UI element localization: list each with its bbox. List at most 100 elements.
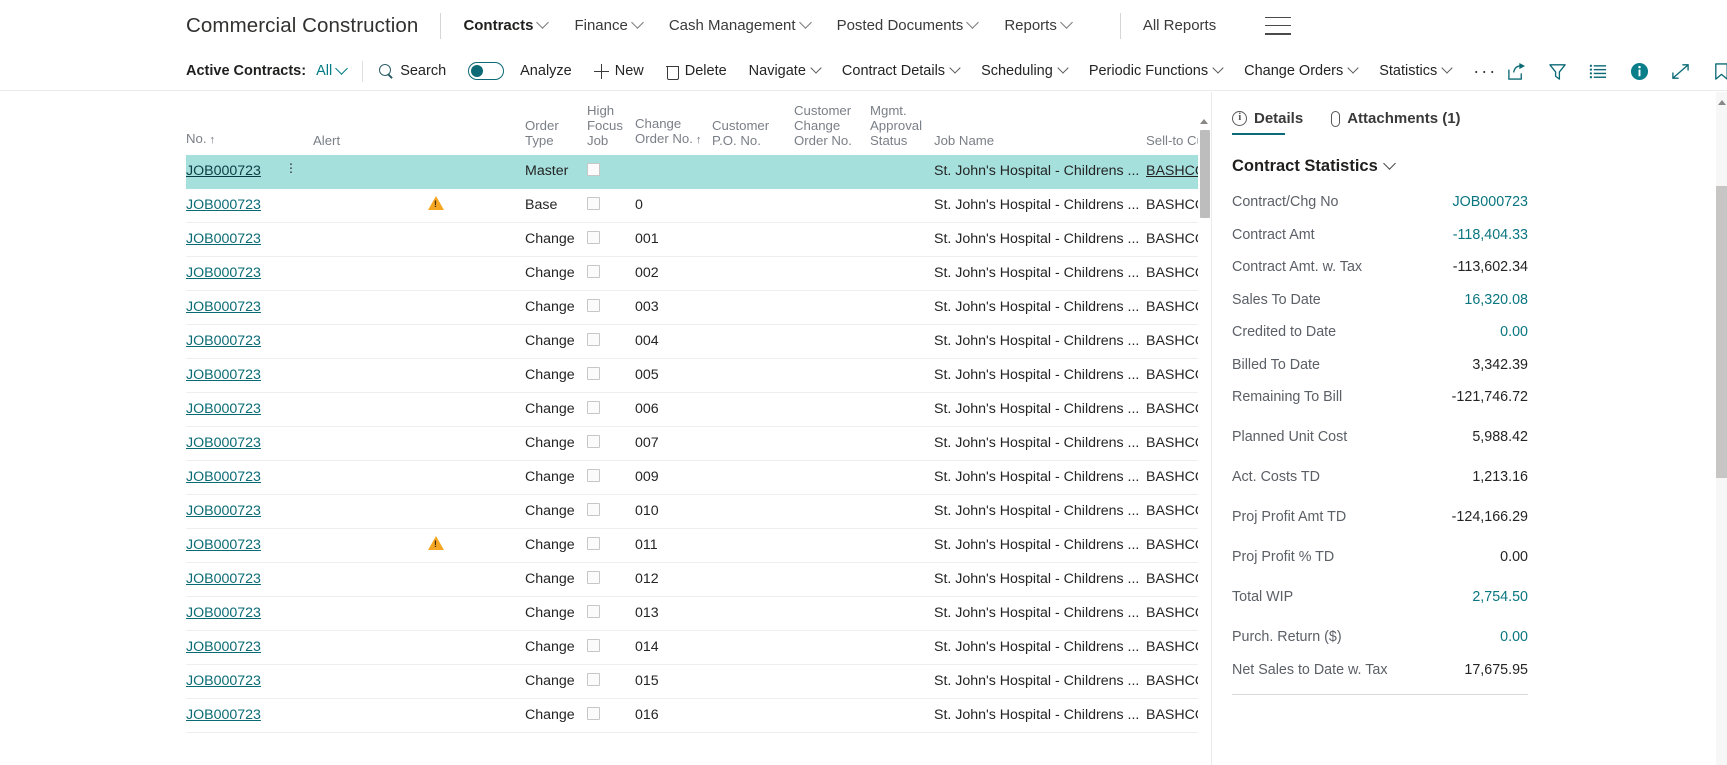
cell-no[interactable]: JOB000723: [186, 154, 286, 189]
table-row[interactable]: JOB000723 Change 014 St. John's Hospital - …: [186, 630, 1211, 665]
contract-no-link[interactable]: JOB000723: [186, 367, 261, 383]
cell-high-focus-job[interactable]: [587, 630, 635, 665]
details-tab-attachments-1-[interactable]: Attachments (1): [1331, 110, 1461, 135]
cell-no[interactable]: JOB000723: [186, 392, 286, 427]
table-row[interactable]: JOB000723 Change 004 St. John's Hospital - …: [186, 324, 1211, 359]
cell-no[interactable]: JOB000723: [186, 290, 286, 325]
cell-no[interactable]: JOB000723: [186, 528, 286, 563]
grid-vertical-scrollbar[interactable]: [1198, 92, 1211, 765]
cell-no[interactable]: JOB000723: [186, 324, 286, 359]
cell-no[interactable]: JOB000723: [186, 426, 286, 461]
contract-no-link[interactable]: JOB000723: [186, 673, 261, 689]
high-focus-job-checkbox[interactable]: [587, 298, 600, 312]
action-menu-navigate[interactable]: Navigate: [749, 62, 822, 79]
bookmark-icon[interactable]: [1712, 62, 1727, 81]
table-row[interactable]: JOB000723 Change 003 St. John's Hospital - …: [186, 290, 1211, 325]
cell-high-focus-job[interactable]: [587, 426, 635, 461]
contract-no-link[interactable]: JOB000723: [186, 503, 261, 519]
contract-no-link[interactable]: JOB000723: [186, 435, 261, 451]
contract-statistics-section-header[interactable]: Contract Statistics: [1232, 157, 1727, 176]
action-menu-scheduling[interactable]: Scheduling: [981, 62, 1069, 79]
list-icon[interactable]: [1589, 62, 1608, 81]
high-focus-job-checkbox[interactable]: [587, 502, 600, 516]
nav-item-posted-documents[interactable]: Posted Documents: [837, 16, 980, 34]
contract-no-link[interactable]: JOB000723: [186, 231, 261, 247]
contract-no-link[interactable]: JOB000723: [186, 265, 261, 281]
table-row[interactable]: JOB000723 Change 001 St. John's Hospital - …: [186, 222, 1211, 257]
cell-no[interactable]: JOB000723: [186, 562, 286, 597]
nav-item-all-reports[interactable]: All Reports: [1143, 17, 1216, 34]
cell-high-focus-job[interactable]: [587, 188, 635, 223]
detail-field-value[interactable]: 16,320.08: [1464, 292, 1528, 308]
cell-no[interactable]: JOB000723: [186, 698, 286, 733]
cell-no[interactable]: JOB000723: [186, 494, 286, 529]
high-focus-job-checkbox[interactable]: [587, 366, 600, 380]
delete-button[interactable]: Delete: [665, 63, 727, 80]
analyze-toggle-group[interactable]: Analyze: [468, 62, 572, 80]
expand-icon[interactable]: [1671, 62, 1690, 81]
cell-no[interactable]: JOB000723: [186, 460, 286, 495]
table-row[interactable]: JOB000723 Change 009 St. John's Hospital - …: [186, 460, 1211, 495]
table-row[interactable]: JOB000723 Change 010 St. John's Hospital - …: [186, 494, 1211, 529]
column-header-alert[interactable]: Alert: [313, 92, 525, 155]
detail-field-value[interactable]: 2,754.50: [1472, 589, 1528, 605]
column-header-menu[interactable]: [286, 92, 313, 155]
nav-item-finance[interactable]: Finance: [574, 16, 644, 34]
cell-high-focus-job[interactable]: [587, 698, 635, 733]
table-row[interactable]: JOB000723 Change 016 St. John's Hospital - …: [186, 698, 1211, 733]
table-row[interactable]: JOB000723 · · · Master St. John's Hospital - …: [186, 154, 1211, 189]
cell-high-focus-job[interactable]: [587, 256, 635, 291]
high-focus-job-checkbox[interactable]: [587, 570, 600, 584]
scrollbar-thumb[interactable]: [1199, 130, 1210, 218]
high-focus-job-checkbox[interactable]: [587, 434, 600, 448]
active-contracts-filter-dropdown[interactable]: All: [316, 61, 349, 79]
table-row[interactable]: JOB000723 Change 006 St. John's Hospital - …: [186, 392, 1211, 427]
cell-high-focus-job[interactable]: [587, 460, 635, 495]
filter-icon[interactable]: [1548, 62, 1567, 81]
cell-high-focus-job[interactable]: [587, 528, 635, 563]
more-actions-button[interactable]: ···: [1473, 62, 1497, 80]
high-focus-job-checkbox[interactable]: [587, 604, 600, 618]
table-row[interactable]: JOB000723 Change 007 St. John's Hospital - …: [186, 426, 1211, 461]
analyze-toggle[interactable]: [468, 62, 505, 80]
table-row[interactable]: JOB000723 Change 013 St. John's Hospital - …: [186, 596, 1211, 631]
high-focus-job-checkbox[interactable]: [587, 706, 600, 720]
cell-high-focus-job[interactable]: [587, 154, 635, 189]
details-vertical-scrollbar[interactable]: [1716, 92, 1727, 765]
contract-no-link[interactable]: JOB000723: [186, 605, 261, 621]
share-icon[interactable]: [1507, 62, 1526, 81]
table-row[interactable]: JOB000723 Change 011 St. John's Hospital - …: [186, 528, 1211, 563]
high-focus-job-checkbox[interactable]: [587, 230, 600, 244]
scroll-up-arrow-icon[interactable]: [1200, 119, 1208, 124]
action-menu-periodic-functions[interactable]: Periodic Functions: [1089, 62, 1224, 79]
cell-no[interactable]: JOB000723: [186, 256, 286, 291]
cell-high-focus-job[interactable]: [587, 494, 635, 529]
detail-field-value[interactable]: JOB000723: [1452, 194, 1528, 210]
cell-high-focus-job[interactable]: [587, 596, 635, 631]
table-row[interactable]: JOB000723 Base 0 St. John's Hospital - Chil…: [186, 188, 1211, 223]
cell-high-focus-job[interactable]: [587, 290, 635, 325]
row-options-icon[interactable]: · · ·: [286, 156, 296, 179]
cell-high-focus-job[interactable]: [587, 664, 635, 699]
column-header-cono[interactable]: Change Order No. ↑: [635, 92, 712, 155]
contract-no-link[interactable]: JOB000723: [186, 333, 261, 349]
table-row[interactable]: JOB000723 Change 012 St. John's Hospital - …: [186, 562, 1211, 597]
column-header-otype[interactable]: Order Type: [525, 92, 587, 155]
table-row[interactable]: JOB000723 Change 002 St. John's Hospital - …: [186, 256, 1211, 291]
action-menu-contract-details[interactable]: Contract Details: [842, 62, 961, 79]
scroll-up-arrow-icon[interactable]: [1717, 100, 1726, 105]
new-button[interactable]: New: [593, 63, 644, 79]
contract-no-link[interactable]: JOB000723: [186, 469, 261, 485]
high-focus-job-checkbox[interactable]: [587, 672, 600, 686]
column-header-mas[interactable]: Mgmt. Approval Status: [870, 92, 934, 155]
high-focus-job-checkbox[interactable]: [587, 400, 600, 414]
scrollbar-thumb[interactable]: [1716, 186, 1727, 478]
nav-item-contracts[interactable]: Contracts: [463, 16, 550, 34]
cell-no[interactable]: JOB000723: [186, 596, 286, 631]
contract-no-link[interactable]: JOB000723: [186, 571, 261, 587]
details-tab-details[interactable]: Details: [1232, 110, 1303, 135]
column-header-ccon[interactable]: Customer Change Order No.: [794, 92, 870, 155]
high-focus-job-checkbox[interactable]: [587, 638, 600, 652]
search-button[interactable]: Search: [379, 63, 446, 79]
cell-no[interactable]: JOB000723: [186, 188, 286, 223]
